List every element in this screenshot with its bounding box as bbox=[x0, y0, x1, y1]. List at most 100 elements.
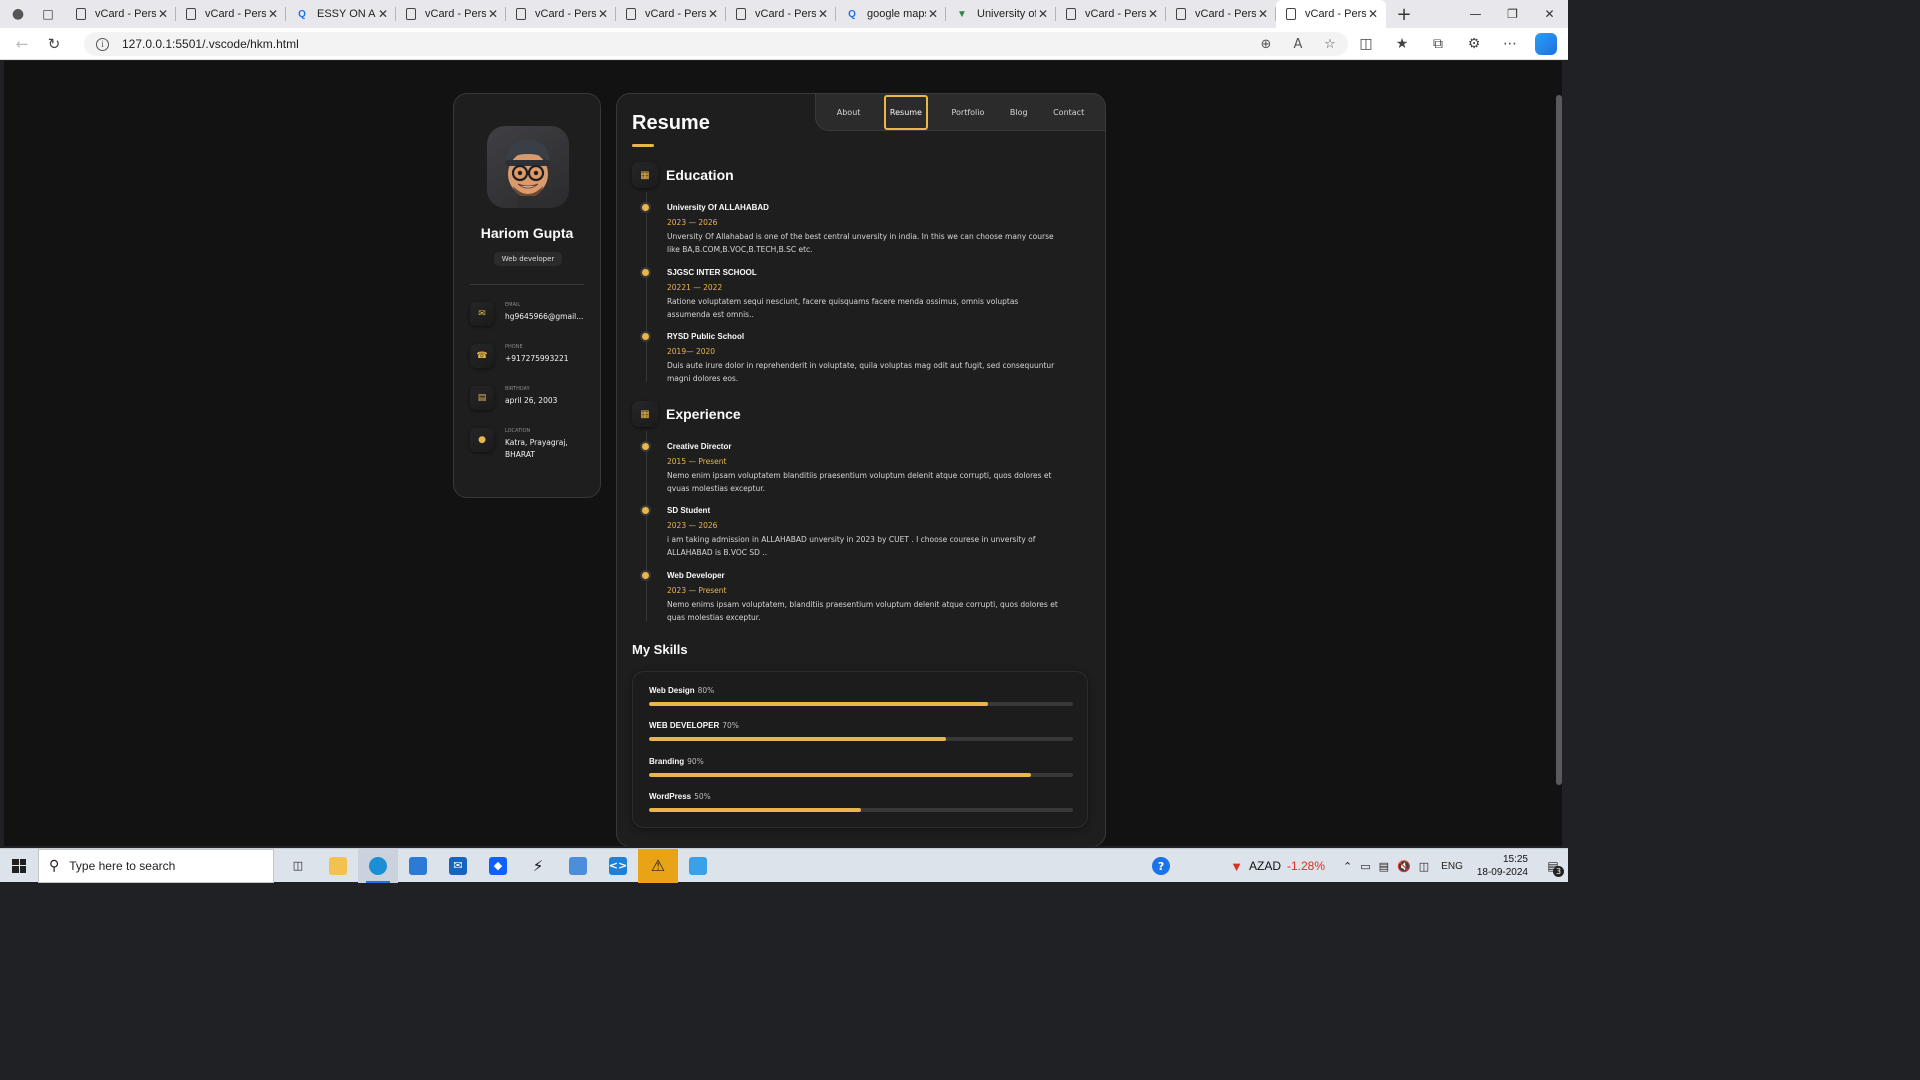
close-tab-icon[interactable]: ✕ bbox=[1146, 7, 1160, 21]
contact-label: BIRTHDAY bbox=[505, 386, 530, 392]
close-tab-icon[interactable]: ✕ bbox=[596, 7, 610, 21]
close-tab-icon[interactable]: ✕ bbox=[1036, 7, 1050, 21]
stock-widget[interactable]: ▼ AZAD -1.28% bbox=[1230, 859, 1325, 874]
email-link[interactable]: hg9645966@gmail... bbox=[505, 311, 583, 323]
app-icon bbox=[689, 856, 707, 875]
close-window-icon[interactable]: ✕ bbox=[1531, 0, 1568, 28]
close-tab-icon[interactable]: ✕ bbox=[926, 7, 940, 21]
back-icon[interactable]: ← bbox=[6, 30, 38, 58]
browser-tab[interactable]: vCard - Perso✕ bbox=[176, 0, 286, 28]
timeline-item: SJGSC INTER SCHOOL 20221 — 2022 Ratione … bbox=[642, 268, 1062, 321]
extensions-icon[interactable]: ⚙ bbox=[1460, 30, 1488, 58]
more-menu-icon[interactable]: ⋯ bbox=[1496, 30, 1524, 58]
collections-icon[interactable]: ⧉ bbox=[1424, 30, 1452, 58]
site-info-icon[interactable]: i bbox=[96, 37, 109, 51]
tab-title: ESSY ON ALL bbox=[317, 8, 376, 20]
browser-tab[interactable]: vCard - Perso✕ bbox=[616, 0, 726, 28]
zoom-icon[interactable]: ⊕ bbox=[1256, 34, 1276, 54]
book-icon: ▦ bbox=[632, 162, 658, 188]
browser-tab[interactable]: vCard - Perso✕ bbox=[1166, 0, 1276, 28]
map-pin-icon: ▼ bbox=[957, 8, 967, 20]
close-tab-icon[interactable]: ✕ bbox=[376, 7, 390, 21]
browser-tab[interactable]: vCard - Perso✕ bbox=[1276, 0, 1386, 28]
close-tab-icon[interactable]: ✕ bbox=[156, 7, 170, 21]
app-button[interactable]: ⚡ bbox=[518, 849, 558, 883]
nav-link-about[interactable]: About bbox=[835, 104, 863, 121]
timeline-dot bbox=[642, 333, 649, 340]
phone-link[interactable]: +917275993221 bbox=[505, 353, 569, 365]
app-button[interactable] bbox=[678, 849, 718, 883]
notification-center-button[interactable]: ▤ 3 bbox=[1538, 849, 1568, 883]
lightning-icon: ⚡ bbox=[532, 856, 544, 875]
new-tab-button[interactable]: + bbox=[1390, 0, 1418, 28]
favorites-icon[interactable]: ★ bbox=[1388, 30, 1416, 58]
copilot-icon[interactable] bbox=[1535, 33, 1557, 55]
chevron-up-icon[interactable]: ⌃ bbox=[1343, 860, 1352, 873]
timeline-dot bbox=[642, 269, 649, 276]
nav-link-resume[interactable]: Resume bbox=[883, 94, 928, 130]
close-tab-icon[interactable]: ✕ bbox=[486, 7, 500, 21]
minimize-icon[interactable]: — bbox=[1457, 0, 1494, 28]
refresh-icon[interactable]: ↻ bbox=[38, 30, 70, 58]
profile-icon[interactable]: ● bbox=[6, 2, 30, 26]
close-tab-icon[interactable]: ✕ bbox=[1366, 7, 1380, 21]
timeline-item-text: Ratione voluptatem sequi nesciunt, facer… bbox=[667, 297, 1019, 319]
browser-tab[interactable]: vCard - Perso✕ bbox=[66, 0, 176, 28]
window-controls: — ❐ ✕ bbox=[1457, 0, 1568, 28]
network-icon[interactable]: ▤ bbox=[1379, 860, 1389, 873]
browser-tab[interactable]: Q ESSY ON ALL✕ bbox=[286, 0, 396, 28]
timeline-dot bbox=[642, 443, 649, 450]
tab-actions-icon[interactable]: □ bbox=[36, 2, 60, 26]
timeline-item-title: SD Student bbox=[667, 506, 711, 515]
start-button[interactable] bbox=[0, 849, 38, 883]
warning-app-button[interactable]: ⚠ bbox=[638, 848, 678, 883]
browser-tab[interactable]: ▼ University of ✕ bbox=[946, 0, 1056, 28]
search-icon: Q bbox=[848, 8, 856, 20]
split-screen-icon[interactable]: ◫ bbox=[1352, 30, 1380, 58]
browser-tab[interactable]: vCard - Perso✕ bbox=[506, 0, 616, 28]
favorite-star-icon[interactable]: ☆ bbox=[1320, 34, 1340, 54]
clock[interactable]: 15:25 18-09-2024 bbox=[1477, 853, 1528, 879]
store-icon bbox=[409, 856, 427, 875]
tab-title: vCard - Perso bbox=[1305, 8, 1366, 20]
close-tab-icon[interactable]: ✕ bbox=[706, 7, 720, 21]
close-tab-icon[interactable]: ✕ bbox=[266, 7, 280, 21]
browser-tab[interactable]: Qgoogle maps ✕ bbox=[836, 0, 946, 28]
language-indicator[interactable]: ENG bbox=[1441, 861, 1463, 872]
skill-progress-fill bbox=[649, 773, 1031, 777]
page-scrollbar[interactable] bbox=[1556, 95, 1562, 785]
task-view-button[interactable]: ◫ bbox=[278, 849, 318, 883]
skill-name: Web Design bbox=[649, 686, 695, 695]
close-tab-icon[interactable]: ✕ bbox=[1256, 7, 1270, 21]
address-bar[interactable]: i 127.0.0.1:5501/.vscode/hkm.html ⊕ A ☆ bbox=[84, 32, 1348, 56]
mail-button[interactable]: ✉ bbox=[438, 849, 478, 883]
volume-muted-icon[interactable]: 🔇 bbox=[1397, 860, 1411, 873]
browser-tab[interactable]: vCard - Perso✕ bbox=[396, 0, 506, 28]
read-aloud-icon[interactable]: A bbox=[1288, 34, 1308, 54]
file-explorer-button[interactable] bbox=[318, 849, 358, 883]
app-button[interactable] bbox=[558, 849, 598, 883]
vscode-button[interactable]: <> bbox=[598, 849, 638, 883]
taskbar-search[interactable]: ⚲ Type here to search bbox=[38, 848, 274, 883]
tab-title: vCard - Perso bbox=[1085, 8, 1146, 20]
url-text[interactable]: 127.0.0.1:5501/.vscode/hkm.html bbox=[122, 37, 299, 51]
document-icon bbox=[186, 8, 196, 20]
help-icon[interactable]: ? bbox=[1152, 857, 1171, 875]
dropbox-button[interactable]: ◆ bbox=[478, 849, 518, 883]
browser-tab[interactable]: vCard - Perso✕ bbox=[1056, 0, 1166, 28]
taskbar-apps: ◫ ✉ ◆ ⚡ <> ⚠ bbox=[278, 848, 718, 883]
birthday-value: april 26, 2003 bbox=[505, 396, 558, 405]
restore-icon[interactable]: ❐ bbox=[1494, 0, 1531, 28]
search-placeholder[interactable]: Type here to search bbox=[69, 859, 175, 873]
store-button[interactable] bbox=[398, 849, 438, 883]
battery-icon[interactable]: ▭ bbox=[1360, 860, 1370, 873]
edge-button[interactable] bbox=[358, 848, 398, 883]
nav-link-contact[interactable]: Contact bbox=[1051, 104, 1086, 121]
close-tab-icon[interactable]: ✕ bbox=[816, 7, 830, 21]
vscode-icon: <> bbox=[609, 856, 627, 875]
browser-tab[interactable]: vCard - Perso✕ bbox=[726, 0, 836, 28]
nav-link-portfolio[interactable]: Portfolio bbox=[949, 104, 986, 121]
display-icon[interactable]: ◫ bbox=[1419, 860, 1429, 873]
nav-link-blog[interactable]: Blog bbox=[1008, 104, 1030, 121]
skill-progress-track bbox=[649, 773, 1073, 777]
